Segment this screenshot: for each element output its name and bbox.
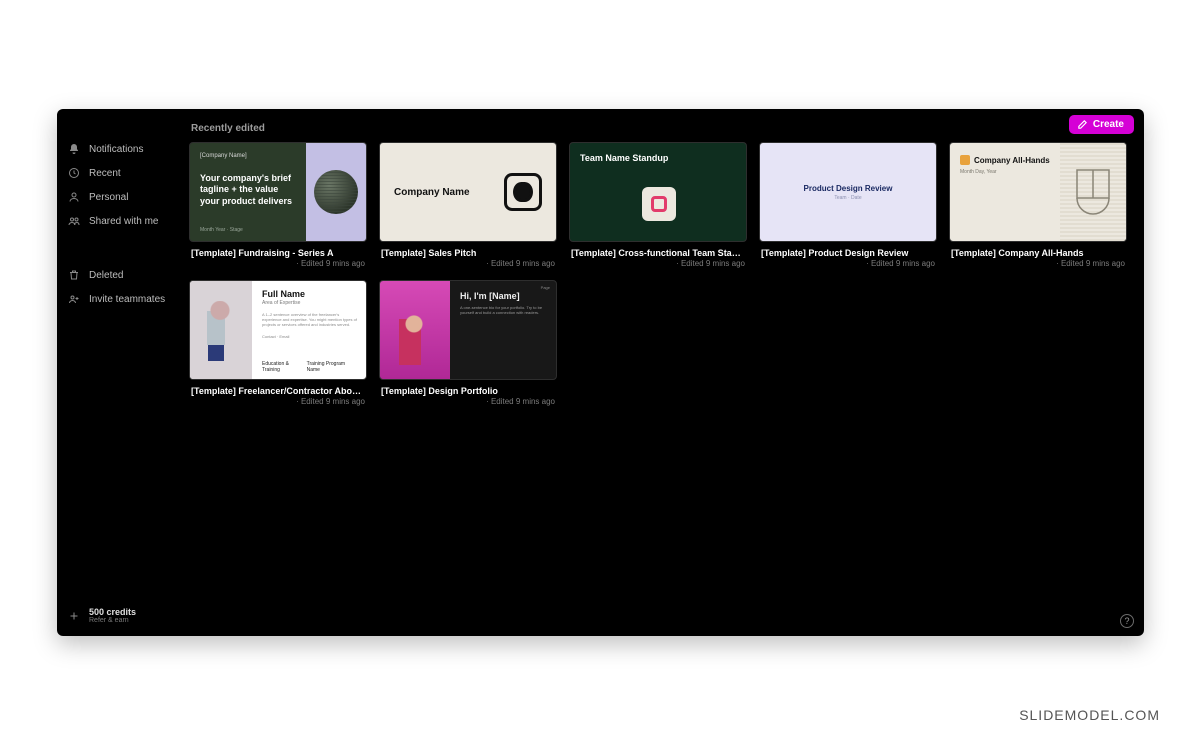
card-thumbnail: Product Design Review Team · Date xyxy=(759,142,937,242)
card-edited: · Edited 9 mins ago xyxy=(189,258,367,268)
card-title: [Template] Sales Pitch xyxy=(379,242,557,258)
card-thumbnail: Company All-Hands Month Day, Year xyxy=(949,142,1127,242)
sidebar-item-notifications[interactable]: Notifications xyxy=(57,137,189,161)
sidebar-item-label: Invite teammates xyxy=(89,294,165,305)
company-logo-icon xyxy=(960,155,970,165)
create-button[interactable]: Create xyxy=(1069,115,1134,134)
card-design-portfolio[interactable]: Your Job Page Hi, I'm [Name] A one-sente… xyxy=(379,280,557,406)
logo-mark-icon xyxy=(504,173,542,211)
card-edited: · Edited 9 mins ago xyxy=(379,396,557,406)
card-edited: · Edited 9 mins ago xyxy=(949,258,1127,268)
sidebar-item-invite[interactable]: Invite teammates xyxy=(57,287,189,311)
card-company-all-hands[interactable]: Company All-Hands Month Day, Year [Templ… xyxy=(949,142,1127,268)
sidebar-divider xyxy=(57,233,189,263)
thumb-paragraph: A 1–2 sentence overview of the freelance… xyxy=(262,312,358,328)
card-thumbnail: Team Name Standup xyxy=(569,142,747,242)
user-plus-icon xyxy=(67,293,81,305)
card-thumbnail: Your Job Page Hi, I'm [Name] A one-sente… xyxy=(379,280,557,380)
section-title: Recently edited xyxy=(189,119,1132,140)
thumb-paragraph: A one-sentence bio for your portfolio. T… xyxy=(460,305,548,315)
sidebar-item-label: Shared with me xyxy=(89,216,158,227)
person-photo-icon xyxy=(190,281,252,379)
card-edited: · Edited 9 mins ago xyxy=(759,258,937,268)
card-thumbnail: Company Name xyxy=(379,142,557,242)
plus-icon xyxy=(67,610,81,622)
user-icon xyxy=(67,191,81,203)
credits-count: 500 credits xyxy=(89,607,136,617)
card-title: [Template] Freelancer/Contractor About … xyxy=(189,380,367,396)
card-sales-pitch[interactable]: Company Name [Template] Sales Pitch · Ed… xyxy=(379,142,557,268)
create-button-label: Create xyxy=(1093,119,1124,130)
help-button[interactable]: ? xyxy=(1120,614,1134,628)
users-icon xyxy=(67,215,81,227)
clock-icon xyxy=(67,167,81,179)
card-team-standup[interactable]: Team Name Standup [Template] Cross-funct… xyxy=(569,142,747,268)
sidebar-item-label: Personal xyxy=(89,192,128,203)
thumb-bottom-left: Education & Training xyxy=(262,361,307,373)
app-frame: Notifications Recent Personal Shared wit… xyxy=(57,109,1144,636)
sphere-graphic-icon xyxy=(314,170,358,214)
card-product-design-review[interactable]: Product Design Review Team · Date [Templ… xyxy=(759,142,937,268)
credits-widget[interactable]: 500 credits Refer & earn xyxy=(57,603,189,628)
thumb-greeting: Hi, I'm [Name] xyxy=(460,291,548,301)
app-tile-icon xyxy=(642,187,676,221)
edit-icon xyxy=(1077,119,1088,130)
thumb-bottom-right: Training Program Name xyxy=(307,361,358,373)
sidebar-item-label: Recent xyxy=(89,168,121,179)
thumb-title: Product Design Review xyxy=(804,184,893,193)
card-title: [Template] Cross-functional Team Stand… xyxy=(569,242,747,258)
sidebar-item-label: Deleted xyxy=(89,270,123,281)
content-area: Create Recently edited [Company Name] Yo… xyxy=(189,109,1144,636)
geometric-graphic-icon xyxy=(1060,143,1126,241)
card-grid: [Company Name] Your company's brief tagl… xyxy=(189,140,1132,406)
watermark: SLIDEMODEL.COM xyxy=(1019,707,1160,723)
card-thumbnail: [Company Name] Your company's brief tagl… xyxy=(189,142,367,242)
thumb-sub: Team · Date xyxy=(834,195,861,201)
card-edited: · Edited 9 mins ago xyxy=(379,258,557,268)
card-freelancer-about[interactable]: Full Name Area of Expertise A 1–2 senten… xyxy=(189,280,367,406)
thumb-footer: Month Year · Stage xyxy=(200,227,300,233)
card-fundraising[interactable]: [Company Name] Your company's brief tagl… xyxy=(189,142,367,268)
bell-icon xyxy=(67,143,81,155)
sidebar-item-personal[interactable]: Personal xyxy=(57,185,189,209)
card-title: [Template] Company All-Hands xyxy=(949,242,1127,258)
thumb-tagline: Your company's brief tagline + the value… xyxy=(200,173,300,207)
refer-earn-label: Refer & earn xyxy=(89,617,136,624)
thumb-title: Company All-Hands xyxy=(974,156,1050,165)
sidebar-item-deleted[interactable]: Deleted xyxy=(57,263,189,287)
thumb-sub: Month Day, Year xyxy=(960,169,1054,175)
card-edited: · Edited 9 mins ago xyxy=(569,258,747,268)
sidebar: Notifications Recent Personal Shared wit… xyxy=(57,109,189,636)
thumb-company-name: Company Name xyxy=(394,187,470,198)
thumb-full-name: Full Name xyxy=(262,289,358,299)
sidebar-item-recent[interactable]: Recent xyxy=(57,161,189,185)
person-photo-icon xyxy=(380,281,450,379)
sidebar-item-label: Notifications xyxy=(89,144,143,155)
sidebar-item-shared[interactable]: Shared with me xyxy=(57,209,189,233)
thumb-title: Team Name Standup xyxy=(570,143,746,163)
card-thumbnail: Full Name Area of Expertise A 1–2 senten… xyxy=(189,280,367,380)
card-edited: · Edited 9 mins ago xyxy=(189,396,367,406)
thumb-company-label: [Company Name] xyxy=(200,153,300,159)
thumb-contact: Contact · Email xyxy=(262,334,358,339)
card-title: [Template] Fundraising - Series A xyxy=(189,242,367,258)
thumb-top-right: Page xyxy=(541,285,550,290)
thumb-role: Area of Expertise xyxy=(262,300,358,306)
trash-icon xyxy=(67,269,81,281)
card-title: [Template] Product Design Review xyxy=(759,242,937,258)
card-title: [Template] Design Portfolio xyxy=(379,380,557,396)
question-icon: ? xyxy=(1124,616,1129,626)
